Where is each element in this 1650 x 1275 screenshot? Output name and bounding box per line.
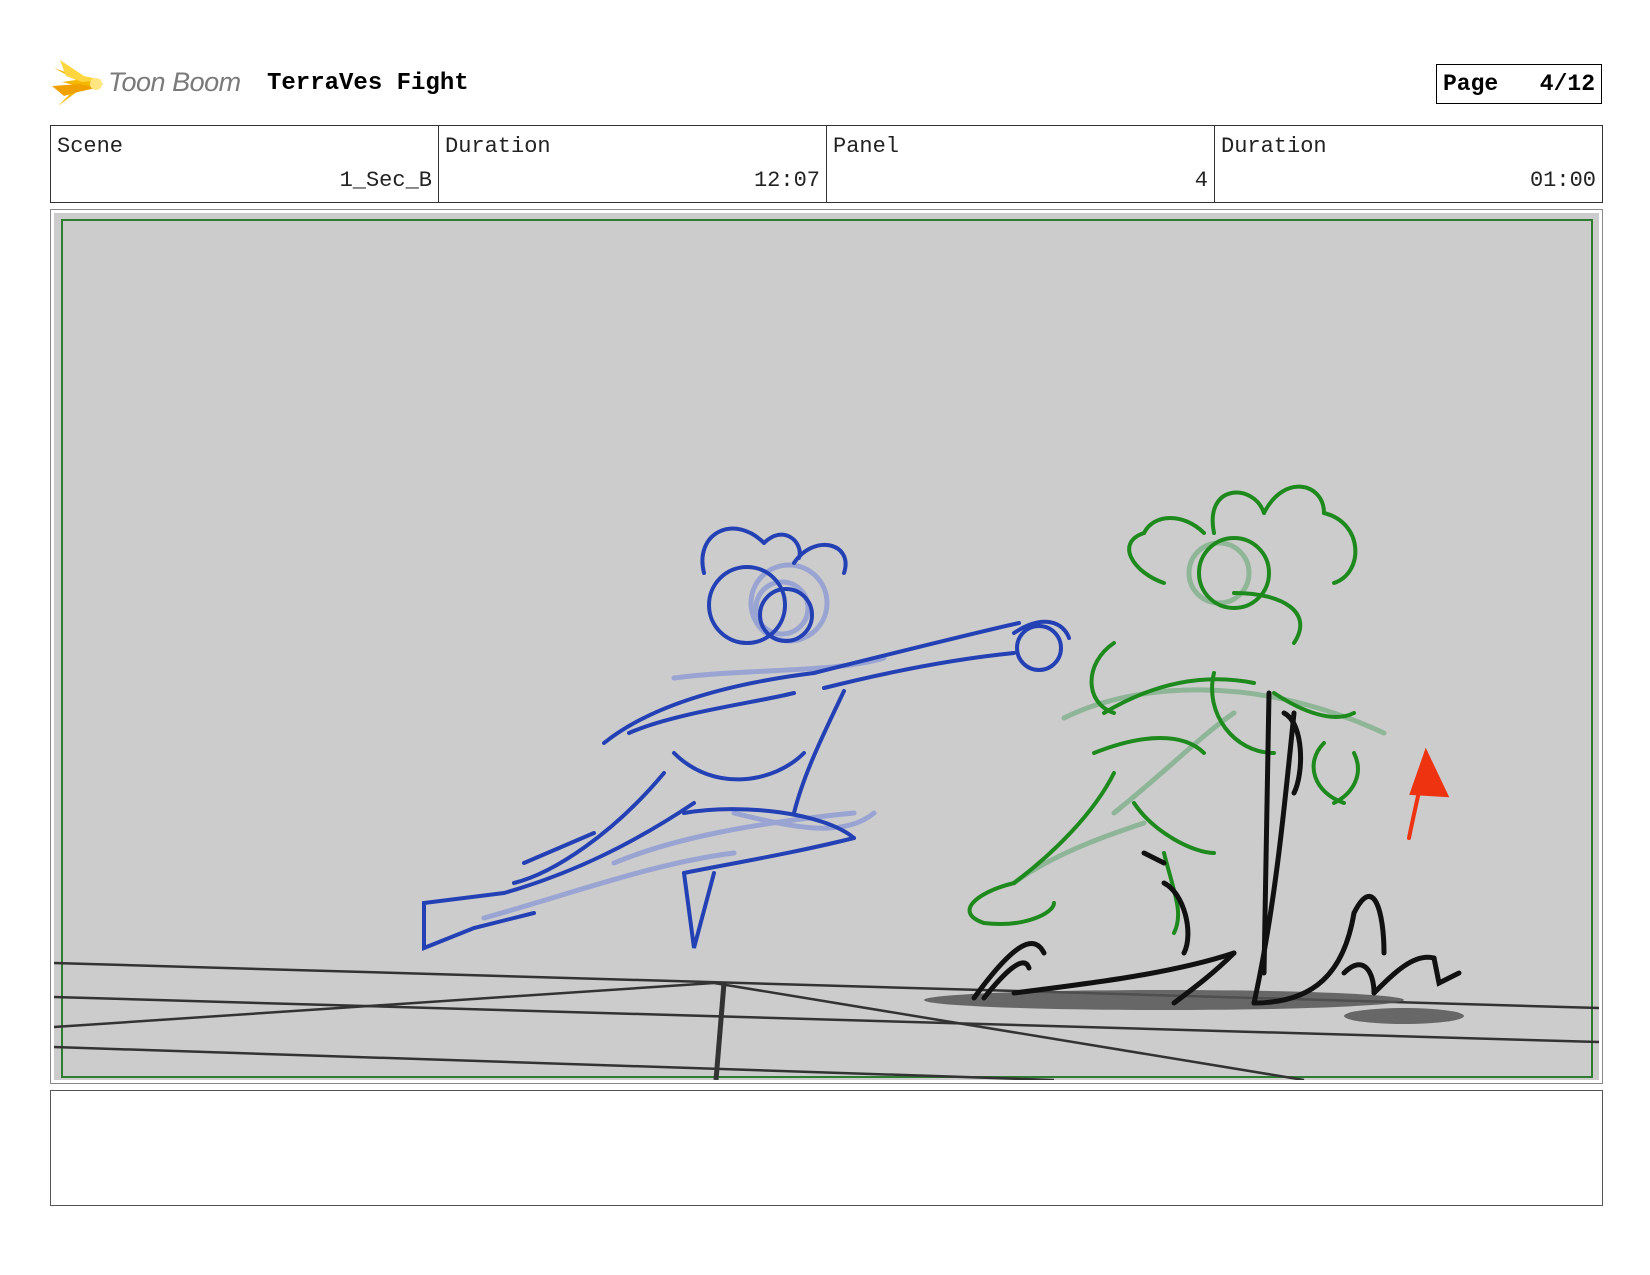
panel-sketch [54,213,1599,1080]
scene-label: Scene [57,134,124,159]
page-indicator: Page 4/12 [1436,64,1602,104]
page-number: 4/12 [1539,71,1595,97]
document-title: TerraVes Fight [267,70,469,97]
panel-duration-label: Duration [1221,134,1327,159]
scene-duration-cell: Duration 12:07 [439,126,827,202]
starburst-icon [52,60,104,106]
panel-background [54,213,1599,1080]
panel-duration-cell: Duration 01:00 [1215,126,1602,202]
panel-duration-value: 01:00 [1529,168,1596,193]
scene-cell: Scene 1_Sec_B [51,126,439,202]
logo-text: Toon Boom [108,67,241,97]
page-label: Page [1443,71,1499,97]
panel-value: 4 [1194,168,1208,193]
scene-value: 1_Sec_B [339,168,432,193]
toon-boom-logo: Toon Boom [52,58,248,110]
storyboard-panel [50,209,1603,1084]
scene-duration-label: Duration [445,134,551,159]
panel-cell: Panel 4 [827,126,1215,202]
panel-label: Panel [833,134,900,159]
panel-notes-box[interactable] [50,1090,1603,1206]
scene-info-table: Scene 1_Sec_B Duration 12:07 Panel 4 Dur… [50,125,1603,203]
scene-duration-value: 12:07 [753,168,820,193]
